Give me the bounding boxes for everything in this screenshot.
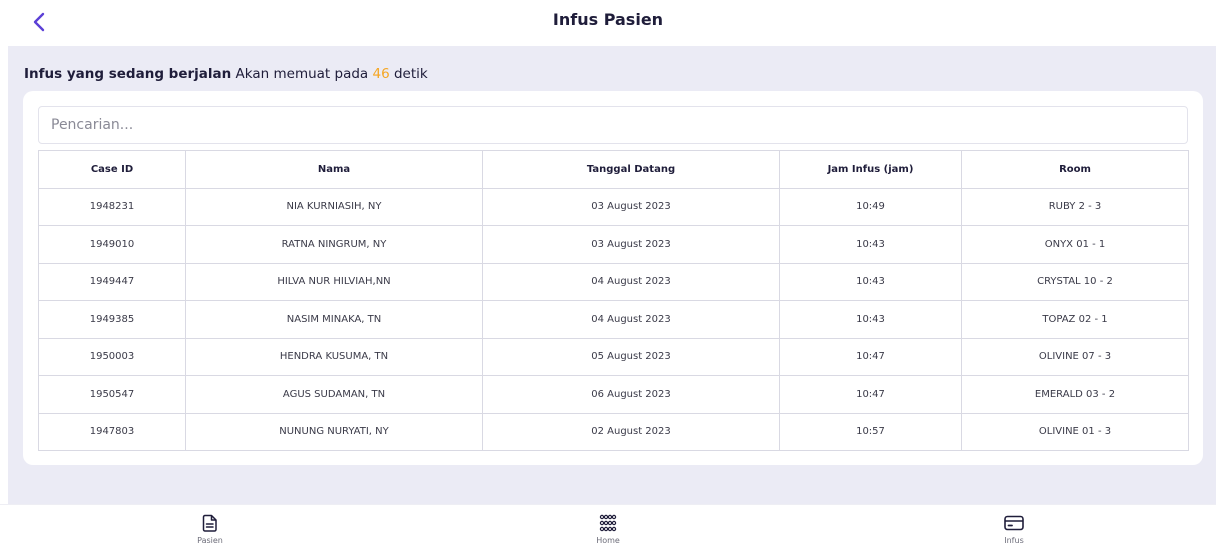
cell-nama: HENDRA KUSUMA, TN <box>185 337 483 376</box>
cell-jam-infus: 10:47 <box>779 337 962 376</box>
cell-jam-infus: 10:47 <box>779 375 962 414</box>
infusion-card: Case ID Nama Tanggal Datang Jam Infus (j… <box>23 91 1203 465</box>
cell-jam-infus: 10:43 <box>779 225 962 264</box>
cell-case-id: 1948231 <box>38 187 186 226</box>
cell-room: CRYSTAL 10 - 2 <box>961 262 1189 301</box>
nav-label-pasien: Pasien <box>197 536 223 545</box>
nav-label-infus: Infus <box>1004 536 1024 545</box>
cell-room: ONYX 01 - 1 <box>961 225 1189 264</box>
cell-jam-infus: 10:49 <box>779 187 962 226</box>
infusion-table: Case ID Nama Tanggal Datang Jam Infus (j… <box>38 150 1189 451</box>
table-row[interactable]: 1950003 HENDRA KUSUMA, TN 05 August 2023… <box>38 337 1189 376</box>
cell-nama: RATNA NINGRUM, NY <box>185 225 483 264</box>
table-row[interactable]: 1950547 AGUS SUDAMAN, TN 06 August 2023 … <box>38 375 1189 414</box>
table-row[interactable]: 1949447 HILVA NUR HILVIAH,NN 04 August 2… <box>38 262 1189 301</box>
cell-case-id: 1947803 <box>38 412 186 451</box>
cell-room: OLIVINE 01 - 3 <box>961 412 1189 451</box>
cell-room: OLIVINE 07 - 3 <box>961 337 1189 376</box>
cell-nama: AGUS SUDAMAN, TN <box>185 375 483 414</box>
table-row[interactable]: 1947803 NUNUNG NURYATI, NY 02 August 202… <box>38 412 1189 451</box>
cell-tanggal-datang: 05 August 2023 <box>482 337 780 376</box>
status-line: Infus yang sedang berjalan Akan memuat p… <box>24 66 428 82</box>
cell-case-id: 1949447 <box>38 262 186 301</box>
status-reload-text: Akan memuat pada <box>235 66 369 82</box>
grid-dots-icon <box>599 514 617 532</box>
document-icon <box>202 514 217 532</box>
search-input[interactable] <box>38 106 1188 144</box>
table-row[interactable]: 1948231 NIA KURNIASIH, NY 03 August 2023… <box>38 187 1189 226</box>
cell-case-id: 1949385 <box>38 300 186 339</box>
page-title: Infus Pasien <box>552 10 664 29</box>
bottom-nav: Pasien Home Infus <box>0 504 1216 550</box>
cell-room: EMERALD 03 - 2 <box>961 375 1189 414</box>
table-row[interactable]: 1949385 NASIM MINAKA, TN 04 August 2023 … <box>38 300 1189 339</box>
column-header-jam-infus[interactable]: Jam Infus (jam) <box>779 150 962 189</box>
cell-nama: HILVA NUR HILVIAH,NN <box>185 262 483 301</box>
nav-item-home[interactable]: Home <box>568 513 648 545</box>
column-header-room[interactable]: Room <box>961 150 1189 189</box>
nav-item-infus[interactable]: Infus <box>974 513 1054 545</box>
top-bar: Infus Pasien <box>0 0 1216 46</box>
cell-case-id: 1950547 <box>38 375 186 414</box>
cell-jam-infus: 10:43 <box>779 300 962 339</box>
card-icon <box>1004 515 1024 531</box>
column-header-tanggal-datang[interactable]: Tanggal Datang <box>482 150 780 189</box>
cell-nama: NASIM MINAKA, TN <box>185 300 483 339</box>
cell-case-id: 1950003 <box>38 337 186 376</box>
cell-tanggal-datang: 02 August 2023 <box>482 412 780 451</box>
cell-tanggal-datang: 03 August 2023 <box>482 187 780 226</box>
cell-nama: NUNUNG NURYATI, NY <box>185 412 483 451</box>
cell-nama: NIA KURNIASIH, NY <box>185 187 483 226</box>
cell-room: TOPAZ 02 - 1 <box>961 300 1189 339</box>
status-unit: detik <box>393 66 428 82</box>
cell-jam-infus: 10:57 <box>779 412 962 451</box>
countdown-value: 46 <box>372 66 390 82</box>
cell-tanggal-datang: 04 August 2023 <box>482 300 780 339</box>
cell-room: RUBY 2 - 3 <box>961 187 1189 226</box>
cell-jam-infus: 10:43 <box>779 262 962 301</box>
status-heading: Infus yang sedang berjalan <box>24 66 232 82</box>
cell-case-id: 1949010 <box>38 225 186 264</box>
nav-item-pasien[interactable]: Pasien <box>170 513 250 545</box>
column-header-nama[interactable]: Nama <box>185 150 483 189</box>
cell-tanggal-datang: 06 August 2023 <box>482 375 780 414</box>
column-header-case-id[interactable]: Case ID <box>38 150 186 189</box>
table-row[interactable]: 1949010 RATNA NINGRUM, NY 03 August 2023… <box>38 225 1189 264</box>
cell-tanggal-datang: 04 August 2023 <box>482 262 780 301</box>
nav-label-home: Home <box>596 536 620 545</box>
cell-tanggal-datang: 03 August 2023 <box>482 225 780 264</box>
table-header-row: Case ID Nama Tanggal Datang Jam Infus (j… <box>38 150 1189 189</box>
main-content: Infus yang sedang berjalan Akan memuat p… <box>8 46 1216 504</box>
